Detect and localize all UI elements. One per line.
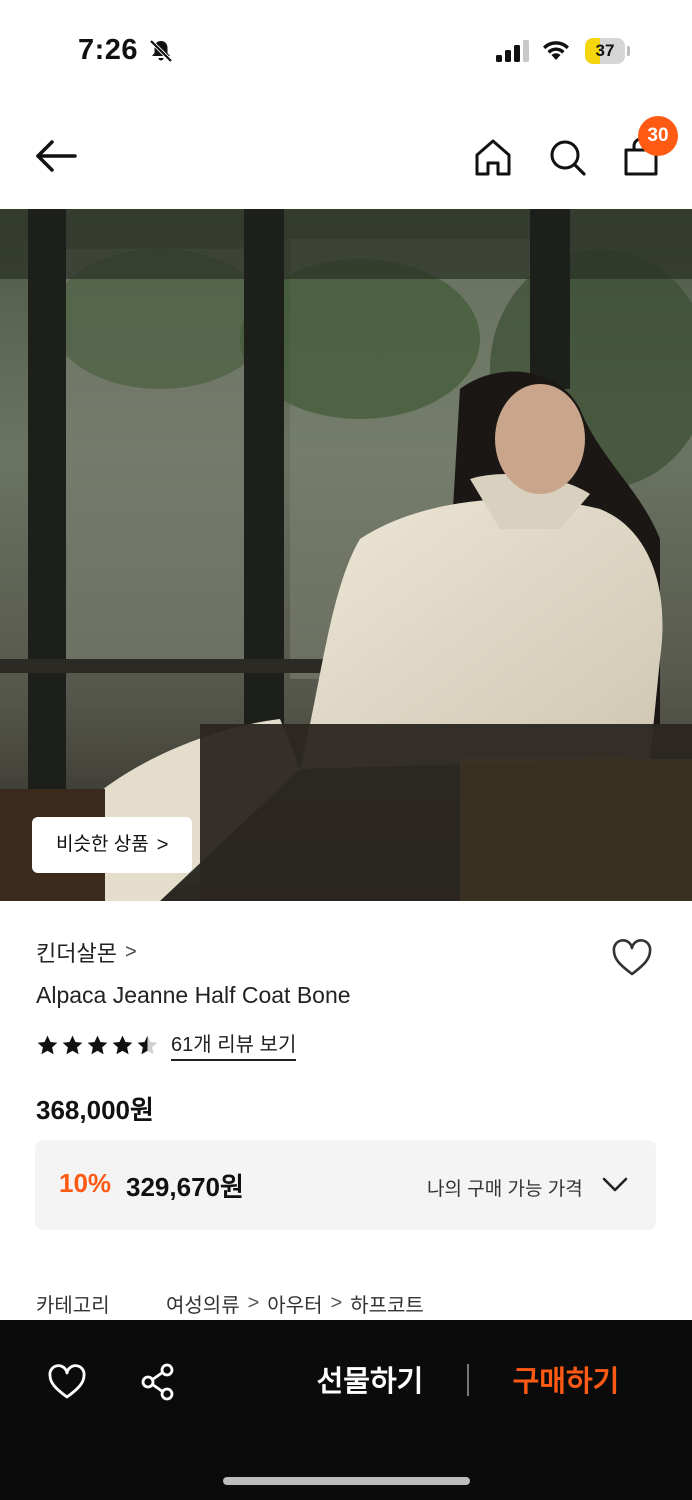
- cart-count-badge[interactable]: 30: [638, 116, 678, 156]
- back-arrow-icon[interactable]: [32, 136, 80, 176]
- status-time: 7:26: [78, 34, 139, 66]
- chevron-right-icon: >: [247, 1292, 260, 1314]
- search-icon[interactable]: [546, 136, 588, 178]
- home-indicator: [223, 1477, 470, 1485]
- wifi-icon: [543, 41, 569, 60]
- category-breadcrumb: 여성의류 > 아우터 > 하프코트: [166, 1289, 424, 1318]
- brand-name: 킨더살몬: [36, 941, 117, 966]
- star-icon: [37, 1035, 58, 1054]
- heart-icon[interactable]: [47, 1362, 87, 1402]
- original-price: 368,000원: [36, 1095, 154, 1125]
- chevron-right-icon: >: [156, 834, 169, 856]
- chevron-down-icon[interactable]: [601, 1174, 629, 1194]
- star-icon: [112, 1035, 133, 1054]
- home-icon[interactable]: [472, 136, 514, 178]
- top-nav-bar: 30: [0, 110, 692, 205]
- category-item[interactable]: 하프코트: [350, 1289, 424, 1318]
- brand-link[interactable]: 킨더살몬 >: [36, 936, 137, 968]
- review-link[interactable]: 61개 리뷰 보기: [171, 1028, 297, 1061]
- share-icon[interactable]: [138, 1362, 178, 1402]
- category-item[interactable]: 여성의류: [166, 1289, 240, 1318]
- star-icon: [87, 1035, 108, 1054]
- divider: [467, 1364, 469, 1396]
- buy-button[interactable]: 구매하기: [496, 1360, 636, 1404]
- star-icon: [137, 1035, 158, 1054]
- product-name: Alpaca Jeanne Half Coat Bone: [36, 982, 351, 1008]
- category-label: 카테고리: [36, 1295, 110, 1317]
- bottom-action-bar: 선물하기 구매하기: [0, 1320, 692, 1500]
- similar-products-label: 비슷한 상품: [56, 834, 149, 855]
- discount-price: 329,670원: [126, 1172, 244, 1202]
- my-price-label: 나의 구매 가능 가격: [427, 1179, 583, 1200]
- product-image[interactable]: 비슷한 상품 >: [0, 209, 692, 901]
- product-photo: [0, 209, 692, 901]
- discount-rate: 10%: [59, 1168, 112, 1198]
- category-row: 카테고리 여성의류 > 아우터 > 하프코트: [36, 1289, 424, 1318]
- heart-icon[interactable]: [610, 936, 654, 980]
- star-rating: [36, 1034, 159, 1056]
- similar-products-button[interactable]: 비슷한 상품 >: [32, 817, 193, 873]
- battery-indicator: 37: [585, 38, 631, 64]
- my-price-box[interactable]: 10% 329,670원 나의 구매 가능 가격: [35, 1140, 656, 1230]
- signal-icon: [496, 40, 529, 62]
- gift-button[interactable]: 선물하기: [300, 1360, 440, 1404]
- chevron-right-icon: >: [330, 1292, 343, 1314]
- status-bar: 7:26 37: [0, 0, 692, 100]
- bell-slash-icon: [149, 39, 173, 63]
- rating-row: 61개 리뷰 보기: [36, 1028, 297, 1061]
- star-icon: [62, 1035, 83, 1054]
- chevron-right-icon: >: [124, 940, 137, 963]
- category-item[interactable]: 아우터: [267, 1289, 322, 1318]
- battery-level: 37: [595, 41, 615, 60]
